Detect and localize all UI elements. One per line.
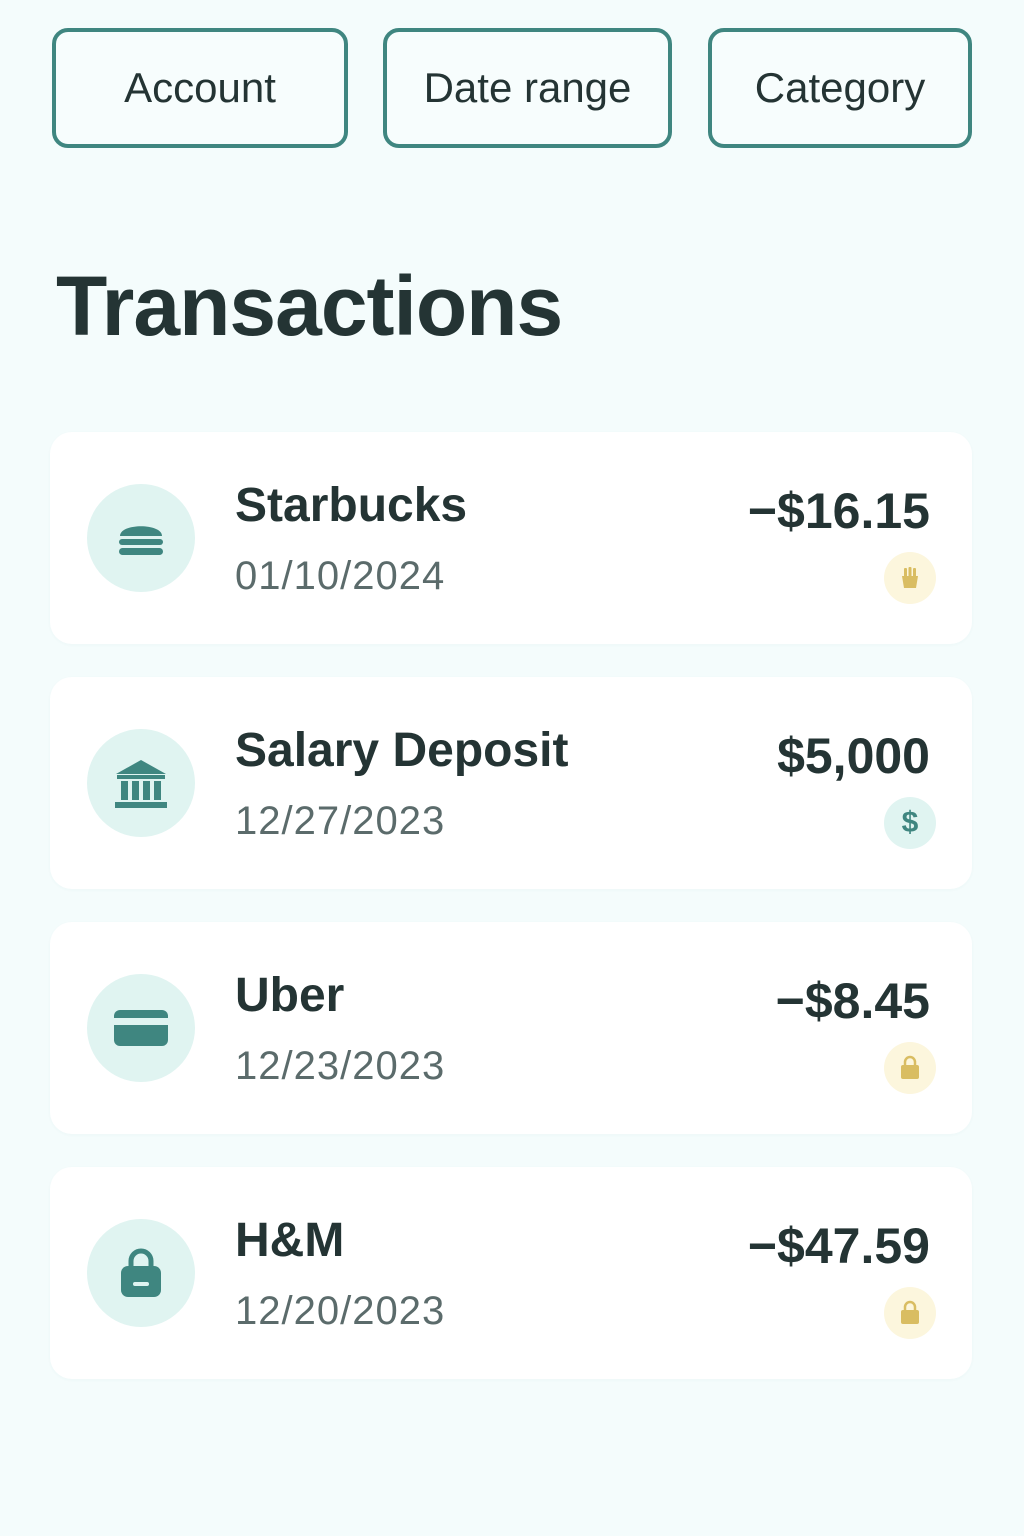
dollar-badge-symbol: $ [901, 806, 919, 839]
page-title: Transactions [56, 259, 563, 353]
filter-bar: Account Date range Category [52, 28, 972, 152]
bank-icon [87, 729, 195, 837]
transaction-merchant: H&M [235, 1214, 345, 1267]
credit-card-icon [87, 974, 195, 1082]
category-filter-button[interactable]: Category [708, 28, 972, 148]
transaction-amount: −$16.15 [747, 483, 930, 539]
shopping-bag-icon [87, 1219, 195, 1327]
transaction-merchant: Uber [235, 969, 345, 1022]
transaction-date: 12/20/2023 [235, 1289, 446, 1333]
transaction-date: 01/10/2024 [235, 554, 446, 598]
shopping-bag-icon [884, 1287, 936, 1339]
account-filter-button[interactable]: Account [52, 28, 348, 148]
transaction-amount: $5,000 [777, 728, 930, 784]
transaction-row[interactable]: H&M 12/20/2023 −$47.59 [50, 1167, 972, 1379]
transaction-amount: −$8.45 [775, 973, 930, 1029]
transaction-merchant: Starbucks [235, 479, 468, 532]
fries-icon [884, 552, 936, 604]
burger-icon [87, 484, 195, 592]
dollar-icon: $ [884, 797, 936, 849]
transaction-amount: −$47.59 [747, 1218, 930, 1274]
transaction-merchant: Salary Deposit [235, 724, 569, 777]
date-range-filter-button[interactable]: Date range [383, 28, 672, 148]
transaction-row[interactable]: Starbucks 01/10/2024 −$16.15 [50, 432, 972, 644]
transaction-list: Starbucks 01/10/2024 −$16.15 Salary Depo… [50, 432, 972, 1412]
transaction-date: 12/27/2023 [235, 799, 446, 843]
transaction-row[interactable]: Salary Deposit 12/27/2023 $5,000 $ [50, 677, 972, 889]
transaction-row[interactable]: Uber 12/23/2023 −$8.45 [50, 922, 972, 1134]
transaction-date: 12/23/2023 [235, 1044, 446, 1088]
shopping-bag-icon [884, 1042, 936, 1094]
